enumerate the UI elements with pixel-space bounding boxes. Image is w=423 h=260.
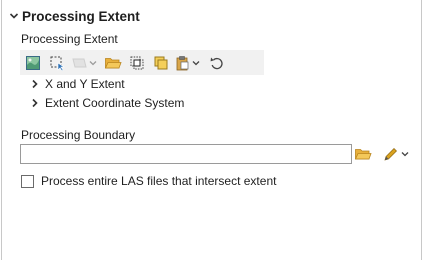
union-icon (154, 56, 168, 69)
sketch-boundary-dropdown[interactable] (382, 145, 412, 163)
folder-icon (354, 149, 372, 160)
process-entire-las-option[interactable]: Process entire LAS files that intersect … (21, 174, 276, 188)
processing-boundary-input[interactable] (20, 144, 352, 164)
extent-from-layer-dropdown[interactable] (70, 52, 100, 74)
browse-boundary-button[interactable] (354, 145, 372, 163)
tree-item-extent-coordinate-system[interactable]: Extent Coordinate System (30, 95, 184, 111)
tree-item-label: X and Y Extent (45, 77, 125, 91)
intersection-of-inputs-button[interactable] (126, 52, 148, 74)
extent-of-current-display-button[interactable] (22, 52, 44, 74)
chevron-right-icon (32, 79, 38, 89)
panel-left-border (1, 0, 2, 260)
clipboard-icon (176, 55, 200, 70)
layer-dropdown-icon (72, 58, 97, 67)
section-processing-extent-header[interactable]: Processing Extent (8, 6, 140, 26)
processing-boundary-label: Processing Boundary (21, 128, 136, 142)
process-entire-las-checkbox[interactable] (21, 174, 34, 188)
tree-item-xy-extent[interactable]: X and Y Extent (30, 76, 125, 92)
pencil-icon (384, 148, 409, 161)
draw-extent-button[interactable] (46, 52, 68, 74)
browse-extent-button[interactable] (102, 52, 124, 74)
paste-extent-dropdown[interactable] (174, 52, 204, 74)
extent-toolbar (20, 50, 264, 75)
map-extent-icon (26, 55, 40, 70)
processing-extent-label: Processing Extent (21, 32, 118, 46)
folder-icon (104, 57, 122, 68)
process-entire-las-label: Process entire LAS files that intersect … (41, 174, 277, 188)
panel-right-border (421, 0, 422, 260)
reset-extent-button[interactable] (206, 52, 228, 74)
chevron-down-icon (9, 13, 19, 19)
section-title: Processing Extent (22, 8, 140, 24)
union-of-inputs-button[interactable] (150, 52, 172, 74)
undo-icon (210, 57, 223, 69)
chevron-right-icon (32, 98, 38, 108)
intersection-icon (130, 56, 144, 69)
draw-rectangle-icon (50, 56, 65, 71)
tree-item-label: Extent Coordinate System (45, 96, 185, 110)
